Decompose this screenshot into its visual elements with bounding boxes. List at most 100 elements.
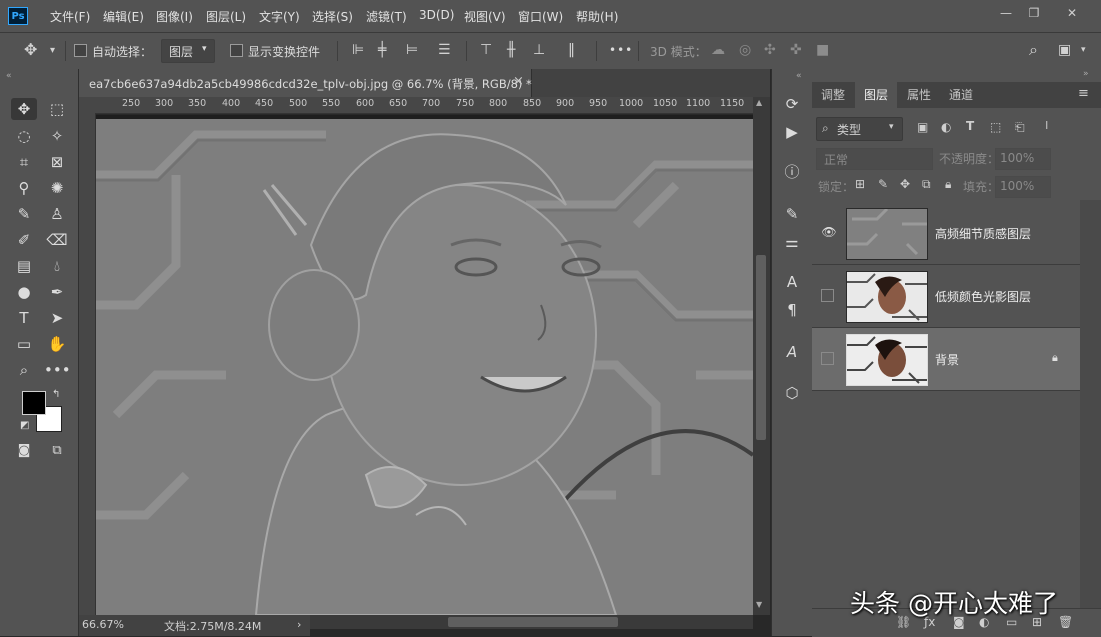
type-tool-icon[interactable]: T [11, 307, 37, 329]
close-window-button[interactable]: ✕ [1060, 4, 1084, 22]
horizontal-ruler[interactable]: 250 300 350 400 450 500 550 600 650 700 … [95, 97, 753, 114]
vertical-scroll-thumb[interactable] [756, 255, 766, 440]
character-icon[interactable]: A [780, 271, 804, 293]
menu-window[interactable]: 窗口(W) [518, 8, 563, 25]
layers-scrollbar[interactable] [1080, 200, 1101, 610]
3d-pan-icon[interactable]: ✣ [764, 42, 776, 58]
filter-shape-icon[interactable]: ⬚ [990, 120, 1001, 134]
quick-mask-icon[interactable]: ◙ [11, 440, 37, 462]
align-right-icon[interactable]: ⊨ [406, 42, 418, 58]
menu-type[interactable]: 文字(Y) [259, 8, 300, 25]
delete-layer-icon[interactable]: 🗑︎ [1058, 615, 1073, 629]
eraser-tool-icon[interactable]: ⌫ [44, 229, 70, 251]
menu-layer[interactable]: 图层(L) [206, 8, 246, 25]
scroll-down-icon[interactable]: ▼ [756, 600, 762, 609]
history-brush-tool-icon[interactable]: ✐ [11, 229, 37, 251]
collapse-arrows-icon[interactable]: « [6, 71, 12, 81]
blur-tool-icon[interactable]: 💧︎ [44, 255, 70, 277]
filter-smart-object-icon[interactable]: ⎗ [1015, 120, 1025, 135]
tab-channels[interactable]: 通道 [940, 82, 982, 108]
layer-name[interactable]: 高频细节质感图层 [935, 225, 1031, 242]
workspace-icon[interactable]: ▣ [1058, 42, 1071, 58]
layer-name[interactable]: 背景 [935, 351, 959, 368]
expand-arrows-icon[interactable]: « [796, 71, 802, 81]
3d-slide-icon[interactable]: ✜ [790, 42, 802, 58]
tool-preset-chevron-icon[interactable]: ▾ [50, 45, 55, 56]
show-transform-checkbox[interactable] [230, 44, 243, 57]
brushes-icon[interactable]: ✎ [780, 203, 804, 225]
menu-file[interactable]: 文件(F) [50, 8, 90, 25]
3d-orbit-icon[interactable]: ☁ [711, 42, 725, 58]
zoom-level[interactable]: 66.67% [82, 618, 124, 631]
align-left-icon[interactable]: ⊫ [352, 42, 364, 58]
more-options-button[interactable]: ••• [609, 43, 633, 57]
layer-row[interactable]: 低频颜色光影图层 [812, 265, 1080, 328]
distribute-icon[interactable]: ☰ [438, 42, 451, 58]
dodge-tool-icon[interactable]: ● [11, 281, 37, 303]
filter-adjustment-icon[interactable]: ◐ [941, 120, 951, 134]
vertical-ruler[interactable] [79, 113, 96, 615]
crop-tool-icon[interactable]: ⌗ [11, 151, 37, 173]
search-icon[interactable]: ⌕ [1029, 40, 1038, 60]
lock-all-icon[interactable]: 🔒︎ [945, 177, 951, 192]
distribute-vertical-icon[interactable]: ‖ [568, 42, 575, 58]
align-hcenter-icon[interactable]: ╪ [378, 42, 386, 58]
blend-mode-dropdown[interactable]: 正常 [816, 148, 933, 170]
menu-image[interactable]: 图像(I) [156, 8, 193, 25]
menu-select[interactable]: 选择(S) [312, 8, 353, 25]
close-tab-icon[interactable]: × [513, 74, 524, 89]
history-icon[interactable]: ⟳ [780, 93, 804, 115]
tab-adjustments[interactable]: 调整 [812, 82, 854, 108]
paragraph-icon[interactable]: ¶ [780, 299, 804, 321]
hand-tool-icon[interactable]: ✋ [44, 333, 70, 355]
menu-edit[interactable]: 编辑(E) [103, 8, 144, 25]
tab-properties[interactable]: 属性 [898, 82, 940, 108]
frame-tool-icon[interactable]: ⊠ [44, 151, 70, 173]
restore-button[interactable]: ❐ [1022, 4, 1046, 22]
filter-pixel-icon[interactable]: ▣ [917, 120, 928, 134]
ruler-origin[interactable] [79, 97, 95, 113]
image-canvas[interactable] [96, 115, 753, 615]
eye-icon[interactable]: 👁︎ [820, 223, 838, 241]
spot-healing-tool-icon[interactable]: ✺ [44, 177, 70, 199]
move-tool-icon[interactable]: ✥ [11, 98, 37, 120]
lock-artboard-icon[interactable]: ⧉ [922, 177, 931, 192]
panel-menu-icon[interactable]: ≡ [1078, 86, 1089, 101]
lasso-tool-icon[interactable]: ◌ [11, 125, 37, 147]
menu-help[interactable]: 帮助(H) [576, 8, 618, 25]
glyphs-icon[interactable]: A [780, 341, 804, 363]
actions-play-icon[interactable]: ▶ [780, 121, 804, 143]
path-selection-tool-icon[interactable]: ➤ [44, 307, 70, 329]
clone-stamp-tool-icon[interactable]: ♙ [44, 203, 70, 225]
3d-roll-icon[interactable]: ◎ [739, 42, 751, 58]
layer-row-selected[interactable]: 背景 🔒︎ [812, 328, 1080, 391]
lock-position-icon[interactable]: ✥ [900, 177, 910, 191]
lock-transparent-icon[interactable]: ⊞ [855, 177, 865, 191]
menu-3d[interactable]: 3D(D) [419, 8, 454, 22]
lock-image-icon[interactable]: ✎ [878, 177, 888, 191]
layer-row[interactable]: 👁︎ 高频细节质感图层 [812, 202, 1080, 265]
menu-view[interactable]: 视图(V) [464, 8, 506, 25]
pen-tool-icon[interactable]: ✒ [44, 281, 70, 303]
scroll-up-icon[interactable]: ▲ [756, 98, 762, 107]
foreground-color-swatch[interactable] [22, 391, 46, 415]
menu-filter[interactable]: 滤镜(T) [366, 8, 407, 25]
collapse-arrows-icon[interactable]: » [1083, 69, 1089, 79]
visibility-toggle[interactable] [821, 289, 834, 302]
filter-toggle-icon[interactable]: ⏽ [1042, 118, 1052, 133]
brush-tool-icon[interactable]: ✎ [11, 203, 37, 225]
rectangle-tool-icon[interactable]: ▭ [11, 333, 37, 355]
visibility-toggle[interactable] [821, 352, 834, 365]
adjust-sliders-icon[interactable]: ⚌ [780, 231, 804, 253]
marquee-tool-icon[interactable]: ⬚ [44, 98, 70, 120]
align-vcenter-icon[interactable]: ╫ [507, 42, 515, 58]
swap-colors-icon[interactable]: ↰ [52, 389, 60, 400]
minimize-button[interactable]: — [994, 4, 1018, 22]
zoom-tool-icon[interactable]: ⌕ [11, 359, 37, 381]
default-colors-icon[interactable]: ◩ [20, 420, 29, 431]
document-tab[interactable]: ea7cb6e637a94db2a5cb49986cdcd32e_tplv-ob… [79, 69, 532, 97]
align-bottom-icon[interactable]: ⊥ [533, 42, 545, 58]
screen-mode-icon[interactable]: ⧉ [44, 440, 70, 462]
info-icon[interactable]: ⓘ [780, 161, 804, 183]
horizontal-scroll-thumb[interactable] [448, 617, 618, 627]
